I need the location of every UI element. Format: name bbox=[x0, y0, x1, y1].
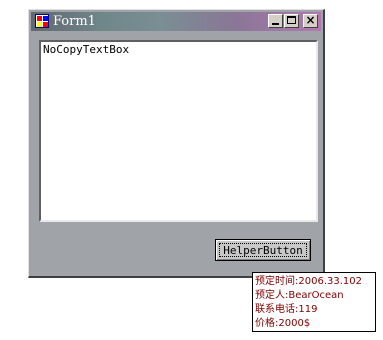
helper-button[interactable]: HelperButton bbox=[215, 239, 311, 261]
close-icon: × bbox=[305, 13, 316, 27]
helper-tooltip: 预定时间:2006.33.102 预定人:BearOcean 联系电话:119 … bbox=[252, 272, 376, 332]
window-title: Form1 bbox=[53, 14, 96, 29]
maximize-icon bbox=[287, 16, 296, 24]
tooltip-line-phone: 联系电话:119 bbox=[255, 304, 318, 315]
tooltip-line-price: 价格:2000$ bbox=[255, 318, 311, 329]
minimize-button[interactable] bbox=[268, 14, 283, 28]
tooltip-line-booking-time: 预定时间:2006.33.102 bbox=[255, 276, 362, 287]
app-icon[interactable] bbox=[35, 14, 49, 28]
title-bar[interactable]: Form1 × bbox=[31, 12, 321, 31]
tooltip-line-booker: 预定人:BearOcean bbox=[255, 290, 344, 301]
no-copy-textbox[interactable]: NoCopyTextBox bbox=[39, 40, 318, 222]
helper-button-label: HelperButton bbox=[223, 244, 303, 257]
minimize-icon bbox=[272, 23, 279, 25]
maximize-button[interactable] bbox=[284, 14, 299, 28]
close-button[interactable]: × bbox=[303, 13, 318, 28]
form-window: Form1 × NoCopyTextBox HelperButton bbox=[28, 9, 325, 278]
